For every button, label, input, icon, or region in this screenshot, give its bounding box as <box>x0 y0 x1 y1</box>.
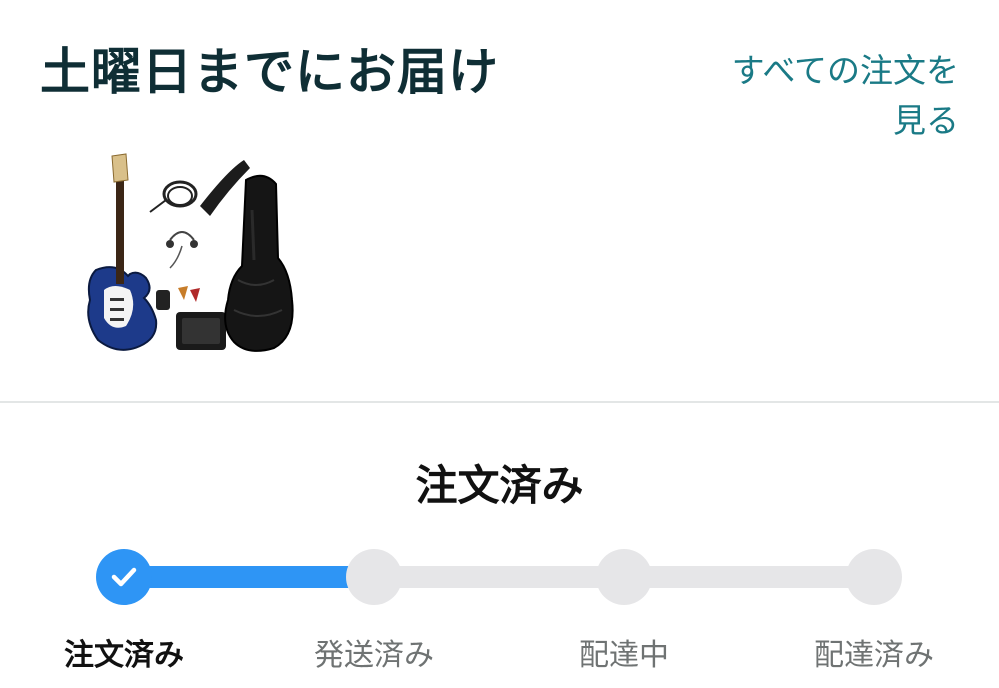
progress-fill <box>124 566 372 588</box>
step-ordered-dot <box>96 549 152 605</box>
guitar-set-image <box>87 153 294 352</box>
step-shipped-label: 発送済み <box>314 638 434 673</box>
step-in-transit-dot <box>596 549 652 605</box>
step-delivered-label: 配達済み <box>814 638 934 673</box>
step-shipped-dot <box>346 549 402 605</box>
step-ordered-label: 注文済み <box>64 638 184 673</box>
product-image[interactable] <box>78 150 300 360</box>
section-divider <box>0 401 999 403</box>
checkmark-icon <box>111 567 137 587</box>
step-delivered-dot <box>846 549 902 605</box>
order-status-title: 注文済み <box>415 461 584 510</box>
see-all-orders-link[interactable]: すべての注文を 見る <box>699 46 959 146</box>
delivery-estimate-title: 土曜日までにお届け <box>40 43 499 101</box>
see-all-orders-link-line1[interactable]: すべての注文を <box>699 46 959 96</box>
shipment-progress-tracker <box>0 545 999 609</box>
see-all-orders-link-line2[interactable]: 見る <box>699 96 959 146</box>
delivery-header: 土曜日までにお届け すべての注文を 見る <box>0 0 999 150</box>
step-in-transit-label: 配達中 <box>579 638 669 673</box>
